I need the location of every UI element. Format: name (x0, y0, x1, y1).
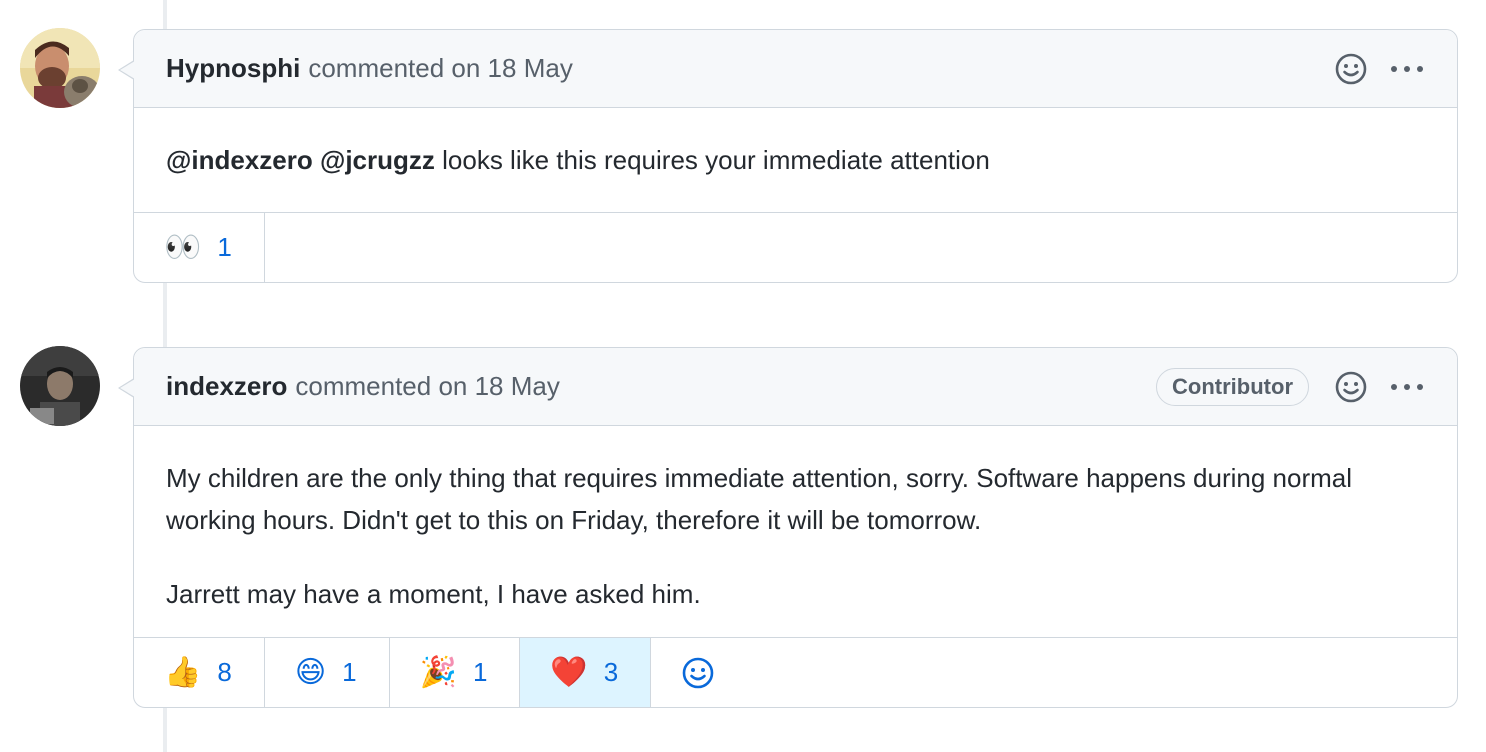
issue-timeline: Hypnosphi commented on 18 May @indexzero… (0, 0, 1486, 752)
comment-body: @indexzero @jcrugzz looks like this requ… (134, 108, 1457, 212)
reaction-heart[interactable]: ❤️ 3 (520, 638, 652, 707)
comment-header: indexzero commented on 18 May Contributo… (134, 348, 1457, 426)
reaction-count: 3 (603, 657, 619, 687)
reactions-bar: 👀 1 (134, 212, 1457, 282)
author-link[interactable]: Hypnosphi (166, 53, 300, 84)
mention-link[interactable]: @indexzero (166, 145, 313, 175)
add-reaction-button[interactable] (651, 638, 745, 707)
avatar-hypnosphi[interactable] (20, 28, 100, 108)
comment-card: Hypnosphi commented on 18 May @indexzero… (118, 29, 1458, 283)
heart-emoji-icon: ❤️ (550, 655, 588, 689)
smiley-icon (682, 657, 714, 688)
comment-timestamp[interactable]: commented on 18 May (308, 53, 572, 84)
add-reaction-icon[interactable] (1333, 369, 1369, 405)
reactions-bar: 👍 8 😄 1 🎉 1 ❤️ 3 (134, 637, 1457, 707)
comment-text: looks like this requires your immediate … (442, 145, 990, 175)
reaction-eyes[interactable]: 👀 1 (134, 213, 265, 282)
avatar-indexzero[interactable] (20, 346, 100, 426)
reaction-thumbs-up[interactable]: 👍 8 (134, 638, 265, 707)
author-link[interactable]: indexzero (166, 371, 287, 402)
kebab-menu-icon[interactable] (1389, 51, 1425, 87)
comment-paragraph: Jarrett may have a moment, I have asked … (166, 579, 701, 609)
mention-link[interactable]: @jcrugzz (320, 145, 435, 175)
hooray-emoji-icon: 🎉 (419, 655, 457, 689)
add-reaction-icon[interactable] (1333, 51, 1369, 87)
laugh-emoji-icon: 😄 (294, 655, 327, 689)
reaction-hooray[interactable]: 🎉 1 (390, 638, 521, 707)
reaction-count: 1 (472, 657, 488, 687)
eyes-emoji-icon: 👀 (164, 230, 202, 264)
kebab-menu-icon[interactable] (1389, 369, 1425, 405)
comment-card: indexzero commented on 18 May Contributo… (118, 347, 1458, 708)
reaction-count: 1 (342, 657, 357, 687)
contributor-badge: Contributor (1156, 367, 1309, 406)
comment-header: Hypnosphi commented on 18 May (134, 30, 1457, 108)
reaction-laugh[interactable]: 😄 1 (265, 638, 390, 707)
comment-paragraph: My children are the only thing that requ… (166, 463, 1353, 535)
reaction-count: 8 (217, 657, 232, 687)
thumbs-up-emoji-icon: 👍 (164, 655, 202, 689)
reaction-count: 1 (217, 232, 232, 262)
comment-body: My children are the only thing that requ… (134, 426, 1457, 637)
comment-timestamp[interactable]: commented on 18 May (295, 371, 559, 402)
